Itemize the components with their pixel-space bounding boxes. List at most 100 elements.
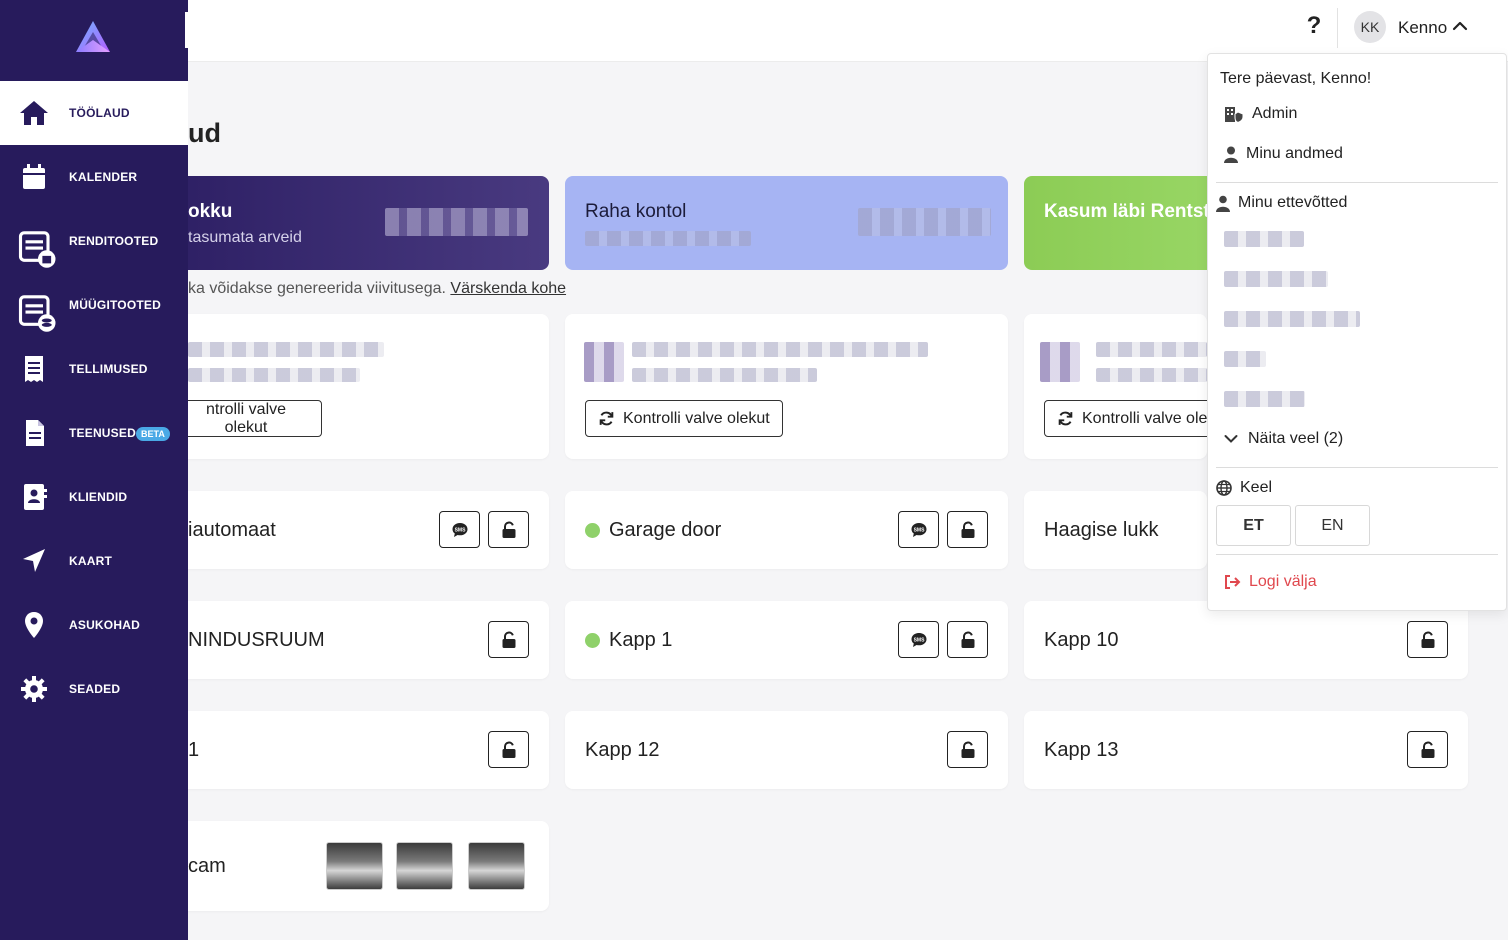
company-item-blurred[interactable] — [1224, 231, 1304, 247]
device-name: Garage door — [609, 519, 722, 541]
blurred-name — [188, 342, 384, 357]
blurred-amount — [385, 208, 528, 236]
device-card: Kapp 1 SMS — [565, 601, 1008, 679]
check-alarm-label: ntrolli valve olekut — [205, 400, 287, 436]
show-more-label: Näita veel (2) — [1248, 430, 1344, 447]
page-title: ud — [188, 118, 221, 148]
user-avatar[interactable]: KK — [1354, 11, 1386, 43]
unlock-button[interactable] — [488, 511, 529, 548]
device-name: Kapp 10 — [1044, 629, 1119, 651]
sms-button[interactable]: SMS — [898, 511, 939, 548]
refresh-now-link[interactable]: Värskenda kohe — [450, 280, 566, 297]
blurred-address — [188, 368, 360, 382]
camera-card: cam — [150, 821, 549, 911]
user-group-icon — [1216, 195, 1230, 212]
menu-item-label: Minu andmed — [1246, 145, 1343, 162]
alarm-card: Kontrolli valve olekut — [565, 314, 1008, 459]
sidebar-item-kliendid[interactable]: KLIENDID — [0, 465, 188, 529]
language-button-en[interactable]: EN — [1295, 505, 1370, 546]
logout-button[interactable]: Logi välja — [1224, 573, 1317, 591]
device-name: Kapp 12 — [585, 739, 660, 761]
device-card: iautomaat SMS — [150, 491, 549, 569]
info-text: ka võidakse genereerida viivitusega. — [188, 280, 446, 297]
company-item-blurred[interactable] — [1224, 311, 1360, 327]
sidebar-item-kalender[interactable]: KALENDER — [0, 145, 188, 209]
menu-item-my-data[interactable]: Minu andmed — [1224, 145, 1343, 163]
company-item-blurred[interactable] — [1224, 391, 1305, 407]
menu-item-label: Admin — [1252, 105, 1298, 122]
sms-icon: SMS — [452, 522, 467, 537]
svg-text:SMS: SMS — [913, 637, 925, 643]
sidebar-item-renditooted[interactable]: RENDITOOTED — [0, 209, 188, 273]
unlock-button[interactable] — [488, 731, 529, 768]
device-name: 1 — [188, 739, 200, 761]
stat-card-unpaid[interactable]: okku tasumata arveid — [150, 176, 549, 270]
user-icon — [1224, 146, 1238, 163]
device-card: NINDUSRUUM — [150, 601, 549, 679]
help-button[interactable]: ? — [1302, 12, 1326, 40]
clients-icon — [24, 484, 47, 510]
menu-item-admin[interactable]: Admin — [1224, 105, 1297, 123]
stat-title: okku — [188, 201, 233, 222]
check-alarm-label: Kontrolli valve ole — [1082, 409, 1207, 427]
stat-card-profit[interactable]: Kasum läbi Rentst — [1024, 176, 1234, 270]
check-alarm-button[interactable]: Kontrolli valve olekut — [585, 400, 783, 437]
companies-header: Minu ettevõtted — [1216, 194, 1347, 212]
sms-button[interactable]: SMS — [898, 621, 939, 658]
sidebar-item-asukohad[interactable]: ASUKOHAD — [0, 593, 188, 657]
blurred-subtitle — [585, 231, 751, 246]
alarm-card: ntrolli valve olekut — [150, 314, 549, 459]
sms-button[interactable]: SMS — [439, 511, 480, 548]
company-item-blurred[interactable] — [1224, 351, 1266, 367]
info-text-line: ka võidakse genereerida viivitusega. Vär… — [188, 280, 566, 298]
blurred-logo — [584, 342, 624, 382]
device-name: Kapp 1 — [609, 629, 673, 651]
camera-thumbnail[interactable] — [326, 842, 383, 890]
rental-products-icon — [18, 231, 56, 268]
device-card: Kapp 10 — [1024, 601, 1468, 679]
menu-divider — [1216, 182, 1498, 183]
globe-icon — [1216, 480, 1232, 496]
language-button-et[interactable]: ET — [1216, 505, 1291, 546]
unlock-icon — [502, 631, 515, 648]
sidebar-item-seaded[interactable]: SEADED — [0, 657, 188, 721]
user-name[interactable]: Kenno — [1398, 18, 1447, 38]
camera-thumbnail[interactable] — [468, 842, 525, 890]
sidebar-item-label: KAART — [69, 554, 112, 568]
logout-label: Logi välja — [1249, 573, 1317, 590]
sidebar-item-teenused[interactable]: TEENUSED BETA — [0, 401, 188, 465]
unlock-button[interactable] — [947, 621, 988, 658]
status-online-dot — [585, 633, 600, 648]
app-logo-icon[interactable] — [74, 20, 112, 54]
blurred-address — [1096, 368, 1207, 382]
device-card: Haagise lukk — [1024, 491, 1207, 569]
sidebar-item-muugitooted[interactable]: MÜÜGITOOTED — [0, 273, 188, 337]
unlock-button[interactable] — [947, 731, 988, 768]
device-card: Kapp 13 — [1024, 711, 1468, 789]
check-alarm-button[interactable]: Kontrolli valve ole — [1044, 400, 1207, 437]
stat-card-account-balance[interactable]: Raha kontol — [565, 176, 1008, 270]
unlock-button[interactable] — [947, 511, 988, 548]
sidebar-item-label: KLIENDID — [69, 490, 128, 504]
device-name: NINDUSRUUM — [188, 629, 325, 651]
check-alarm-button[interactable]: ntrolli valve olekut — [170, 400, 322, 437]
unlock-button[interactable] — [1407, 621, 1448, 658]
building-shield-icon — [1225, 107, 1244, 123]
unlock-icon — [961, 631, 974, 648]
sidebar-item-toolaud[interactable]: TÖÖLAUD — [0, 81, 188, 145]
unlock-button[interactable] — [488, 621, 529, 658]
services-icon — [26, 420, 44, 446]
sidebar-item-kaart[interactable]: KAART — [0, 529, 188, 593]
chevron-up-icon[interactable] — [1452, 18, 1468, 34]
unlock-button[interactable] — [1407, 731, 1448, 768]
stat-title: Raha kontol — [585, 201, 687, 222]
unlock-icon — [502, 741, 515, 758]
greeting-text: Tere päevast, Kenno! — [1220, 70, 1372, 87]
greeting: Tere päevast, Kenno! — [1220, 70, 1371, 88]
sidebar-item-label: RENDITOOTED — [69, 234, 159, 248]
company-item-blurred[interactable] — [1224, 271, 1328, 287]
alarm-card: Kontrolli valve ole — [1024, 314, 1207, 459]
camera-thumbnail[interactable] — [396, 842, 453, 890]
show-more-companies[interactable]: Näita veel (2) — [1224, 430, 1343, 448]
sidebar-item-tellimused[interactable]: TELLIMUSED — [0, 337, 188, 401]
